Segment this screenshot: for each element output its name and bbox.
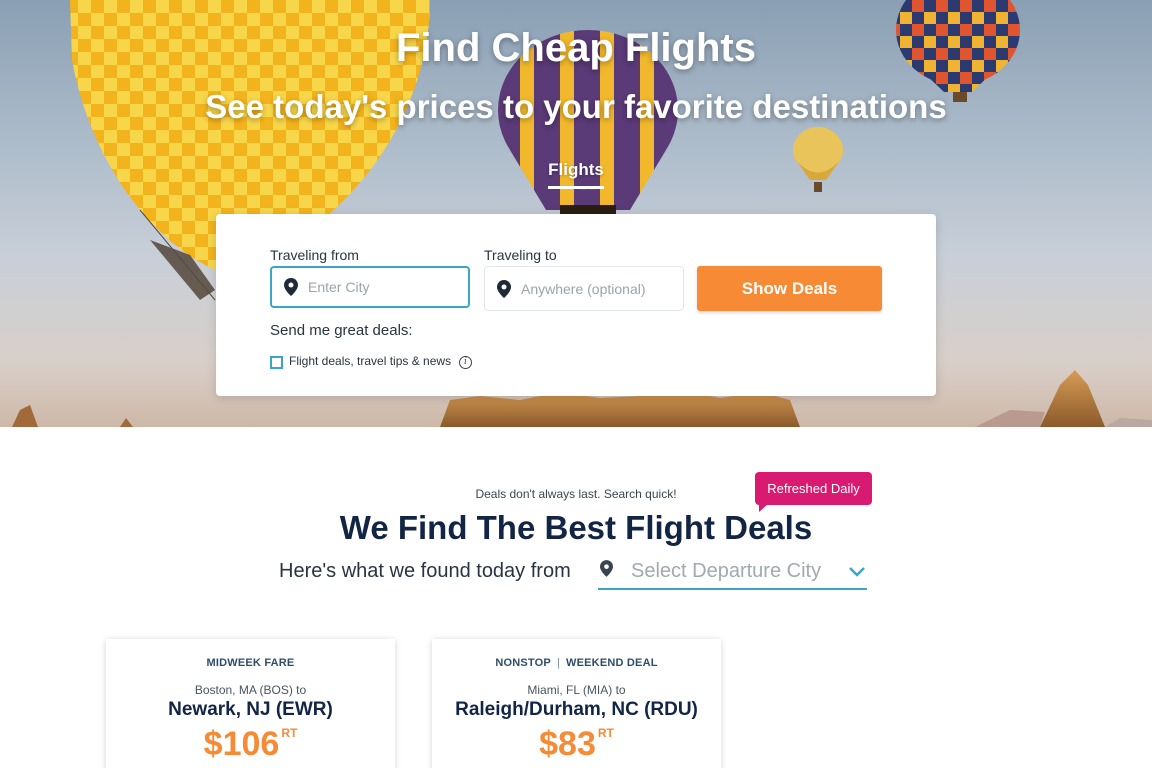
newsletter-checkbox-label[interactable]: Flight deals, travel tips & news [289,354,451,368]
tab-flights[interactable]: Flights [548,160,604,189]
hero-title: Find Cheap Flights [396,26,756,70]
deal-price: $106 RT [106,725,395,764]
tag-separator: | [556,657,561,669]
flight-search-form: Traveling from Traveling to Show Deals S… [216,214,936,396]
location-pin-icon [600,560,613,577]
traveling-from-label: Traveling from [270,247,359,263]
deal-tags: NONSTOP | WEEKEND DEAL [432,657,721,669]
traveling-from-field[interactable] [270,266,470,308]
refreshed-daily-badge: Refreshed Daily [755,472,872,512]
deal-destination: Raleigh/Durham, NC (RDU) [455,699,698,720]
deal-tag: NONSTOP [495,657,551,669]
hero-subtitle: See today's prices to your favorite dest… [205,88,947,125]
deal-card[interactable]: NONSTOP | WEEKEND DEAL Miami, FL (MIA) to … [432,639,721,768]
deal-origin: Miami, FL (MIA) to [527,683,626,697]
departure-city-placeholder: Select Departure City [631,560,822,582]
location-pin-icon [497,279,511,298]
deal-trip-type: RT [281,726,298,740]
traveling-to-label: Traveling to [484,247,557,263]
location-pin-icon [284,278,298,296]
deal-card[interactable]: MIDWEEK FARE Boston, MA (BOS) to Newark,… [106,639,395,768]
newsletter-checkbox[interactable] [270,356,283,369]
send-deals-label: Send me great deals: [270,322,413,339]
deal-trip-type: RT [597,726,614,740]
info-icon[interactable]: i [459,356,472,369]
deal-tags: MIDWEEK FARE [106,657,395,669]
deal-price-amount: $83 [539,725,596,763]
traveling-to-field[interactable] [484,266,684,311]
traveling-to-input[interactable] [521,280,671,297]
traveling-from-input[interactable] [308,279,458,295]
show-deals-button[interactable]: Show Deals [697,266,882,311]
deal-tag: WEEKEND DEAL [566,657,658,669]
chevron-down-icon [849,567,865,577]
deal-tag: MIDWEEK FARE [206,657,295,669]
departure-city-select[interactable]: Select Departure City [598,556,867,590]
deal-destination: Newark, NJ (EWR) [168,699,333,720]
deals-heading: We Find The Best Flight Deals [339,509,813,546]
deal-origin: Boston, MA (BOS) to [194,683,307,697]
deals-tagline: Deals don't always last. Search quick! [475,487,677,501]
deal-price: $83 RT [432,725,721,764]
found-today-text: Here's what we found today from [279,560,571,582]
deal-price-amount: $106 [203,725,280,763]
